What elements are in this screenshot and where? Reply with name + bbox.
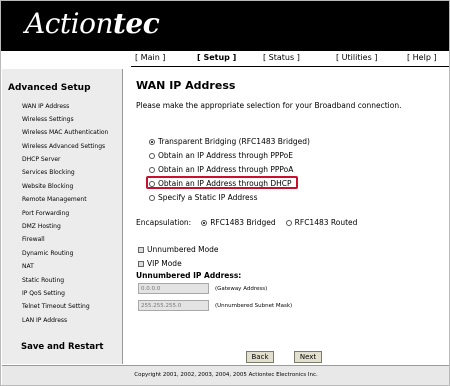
- nav-setup[interactable]: [ Setup ]: [197, 53, 236, 62]
- sidebar-item-dynamic-routing[interactable]: Dynamic Routing: [22, 250, 73, 257]
- option-transparent-bridging[interactable]: Transparent Bridging (RFC1483 Bridged): [149, 137, 310, 146]
- sidebar: Advanced Setup WAN IP Address Wireless S…: [2, 69, 123, 364]
- radio-icon[interactable]: [149, 166, 155, 173]
- option-label: Transparent Bridging (RFC1483 Bridged): [158, 137, 310, 146]
- mask-row: 255.255.255.0 (Unnumbered Subnet Mask): [138, 300, 292, 311]
- top-nav: [ Main ] [ Setup ] [ Status ] [ Utilitie…: [131, 53, 449, 67]
- nav-help[interactable]: [ Help ]: [407, 53, 437, 62]
- sidebar-item-dhcp-server[interactable]: DHCP Server: [22, 156, 61, 163]
- page-title: WAN IP Address: [136, 79, 236, 92]
- sidebar-item-wireless-advanced-settings[interactable]: Wireless Advanced Settings: [22, 143, 105, 150]
- radio-routed-icon[interactable]: [285, 219, 292, 226]
- nav-status[interactable]: [ Status ]: [263, 53, 300, 62]
- encapsulation-bridged-label: RFC1483 Bridged: [210, 218, 276, 227]
- nav-utilities[interactable]: [ Utilities ]: [336, 53, 377, 62]
- next-button[interactable]: Next: [294, 351, 322, 363]
- footer: Copyright 2001, 2002, 2003, 2004, 2005 A…: [2, 365, 449, 385]
- encapsulation-routed-label: RFC1483 Routed: [294, 218, 358, 227]
- sidebar-item-port-forwarding[interactable]: Port Forwarding: [22, 210, 69, 217]
- sidebar-item-ip-qos-setting[interactable]: IP QoS Setting: [22, 290, 65, 297]
- option-label: Obtain an IP Address through PPPoA: [158, 165, 294, 174]
- router-config-page: Actiontec [ Main ] [ Setup ] [ Status ] …: [0, 0, 450, 386]
- sidebar-item-static-routing[interactable]: Static Routing: [22, 277, 64, 284]
- option-pppoa[interactable]: Obtain an IP Address through PPPoA: [149, 165, 293, 174]
- sidebar-item-wireless-mac-authentication[interactable]: Wireless MAC Authentication: [22, 129, 108, 136]
- sidebar-item-nat[interactable]: NAT: [22, 263, 34, 270]
- subnet-mask-field[interactable]: 255.255.255.0: [138, 300, 209, 311]
- sidebar-item-firewall[interactable]: Firewall: [22, 236, 45, 243]
- sidebar-item-dmz-hosting[interactable]: DMZ Hosting: [22, 223, 61, 230]
- copyright-text: Copyright 2001, 2002, 2003, 2004, 2005 A…: [134, 372, 318, 378]
- sidebar-item-remote-management[interactable]: Remote Management: [22, 196, 87, 203]
- option-static-ip[interactable]: Specify a Static IP Address: [149, 193, 257, 202]
- intro-text: Please make the appropriate selection fo…: [136, 101, 402, 110]
- checkbox-icon[interactable]: [138, 260, 144, 267]
- gateway-label: (Gateway Address): [215, 285, 268, 292]
- logo-text-main: Action: [25, 7, 114, 40]
- radio-icon[interactable]: [149, 194, 155, 201]
- actiontec-logo: Actiontec: [25, 7, 160, 40]
- unnumbered-ip-title: Unnumbered IP Address:: [136, 271, 242, 280]
- unnumbered-mode-row[interactable]: Unnumbered Mode: [138, 245, 219, 254]
- encapsulation-row: Encapsulation: RFC1483 Bridged RFC1483 R…: [136, 218, 357, 227]
- save-and-restart-link[interactable]: Save and Restart: [21, 342, 103, 352]
- back-button[interactable]: Back: [246, 351, 274, 363]
- nav-main[interactable]: [ Main ]: [135, 53, 165, 62]
- sidebar-item-wan-ip-address[interactable]: WAN IP Address: [22, 103, 69, 110]
- sidebar-item-website-blocking[interactable]: Website Blocking: [22, 183, 73, 190]
- vip-mode-label: VIP Mode: [147, 259, 182, 268]
- unnumbered-mode-label: Unnumbered Mode: [147, 245, 219, 254]
- sidebar-title: Advanced Setup: [8, 83, 91, 93]
- header-bar: Actiontec: [1, 1, 449, 51]
- logo-text-tec: tec: [113, 7, 160, 40]
- sidebar-item-wireless-settings[interactable]: Wireless Settings: [22, 116, 74, 123]
- sidebar-item-lan-ip-address[interactable]: LAN IP Address: [22, 317, 67, 324]
- option-label: Obtain an IP Address through PPPoE: [158, 151, 294, 160]
- vip-mode-row[interactable]: VIP Mode: [138, 259, 182, 268]
- sidebar-item-telnet-timeout-setting[interactable]: Telnet Timeout Setting: [22, 303, 90, 310]
- checkbox-icon[interactable]: [138, 246, 144, 253]
- gateway-address-field[interactable]: 0.0.0.0: [138, 283, 209, 294]
- encapsulation-label: Encapsulation:: [136, 218, 192, 227]
- radio-icon[interactable]: [149, 152, 155, 159]
- dhcp-highlight-box: [146, 176, 298, 189]
- main-content: WAN IP Address Please make the appropria…: [131, 69, 449, 364]
- option-label: Specify a Static IP Address: [158, 193, 258, 202]
- option-pppoe[interactable]: Obtain an IP Address through PPPoE: [149, 151, 293, 160]
- radio-selected-icon[interactable]: [149, 138, 155, 145]
- radio-bridged-icon[interactable]: [201, 219, 208, 226]
- mask-label: (Unnumbered Subnet Mask): [215, 302, 293, 309]
- gateway-row: 0.0.0.0 (Gateway Address): [138, 283, 267, 294]
- sidebar-item-services-blocking[interactable]: Services Blocking: [22, 169, 75, 176]
